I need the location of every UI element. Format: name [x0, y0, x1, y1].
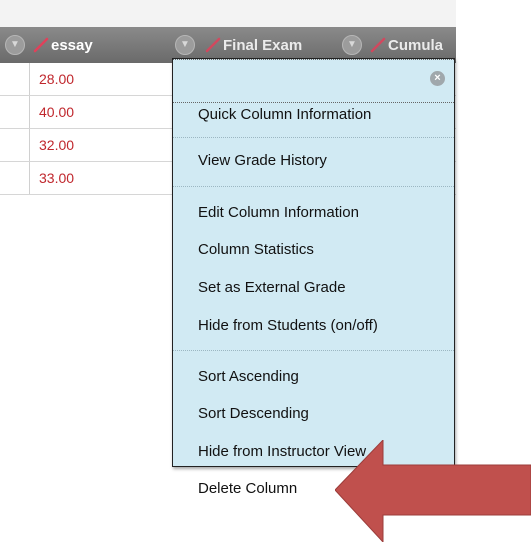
menu-item-column-statistics[interactable]: Column Statistics	[198, 241, 314, 258]
grade-cell[interactable]: 40.00	[39, 96, 74, 129]
menu-item-set-as-external-grade[interactable]: Set as External Grade	[198, 279, 346, 296]
column-header-essay[interactable]: essay	[33, 27, 93, 63]
chevron-down-icon: ▼	[5, 35, 25, 55]
top-band	[0, 0, 456, 27]
menu-divider	[173, 137, 454, 138]
column-header-label: essay	[51, 36, 93, 54]
column-chevron-button[interactable]: ▼	[5, 27, 25, 63]
pencil-icon	[370, 37, 386, 53]
menu-item-quick-column-information[interactable]: Quick Column Information	[198, 106, 371, 123]
menu-item-delete-column[interactable]: Delete Column	[198, 480, 297, 497]
grade-cell[interactable]: 28.00	[39, 63, 74, 96]
column-context-menu: × Quick Column Information View Grade Hi…	[172, 58, 455, 497]
menu-header	[173, 59, 454, 103]
grade-cell[interactable]: 32.00	[39, 129, 74, 162]
menu-item-sort-descending[interactable]: Sort Descending	[198, 405, 309, 422]
column-header-label: Cumula	[388, 36, 444, 54]
menu-item-view-grade-history[interactable]: View Grade History	[198, 152, 327, 169]
chevron-down-icon: ▼	[342, 35, 362, 55]
menu-item-hide-from-students[interactable]: Hide from Students (on/off)	[198, 317, 378, 334]
pencil-icon	[205, 37, 221, 53]
menu-item-sort-ascending[interactable]: Sort Ascending	[198, 368, 299, 385]
menu-divider	[173, 350, 454, 351]
grade-cell[interactable]: 33.00	[39, 162, 74, 195]
close-icon[interactable]: ×	[430, 71, 445, 86]
arrow-annotation	[335, 440, 531, 542]
menu-divider	[173, 186, 454, 187]
column-header-label: Final Exam	[223, 36, 303, 54]
chevron-down-icon: ▼	[175, 35, 195, 55]
menu-item-edit-column-information[interactable]: Edit Column Information	[198, 204, 359, 221]
pencil-icon	[33, 37, 49, 53]
